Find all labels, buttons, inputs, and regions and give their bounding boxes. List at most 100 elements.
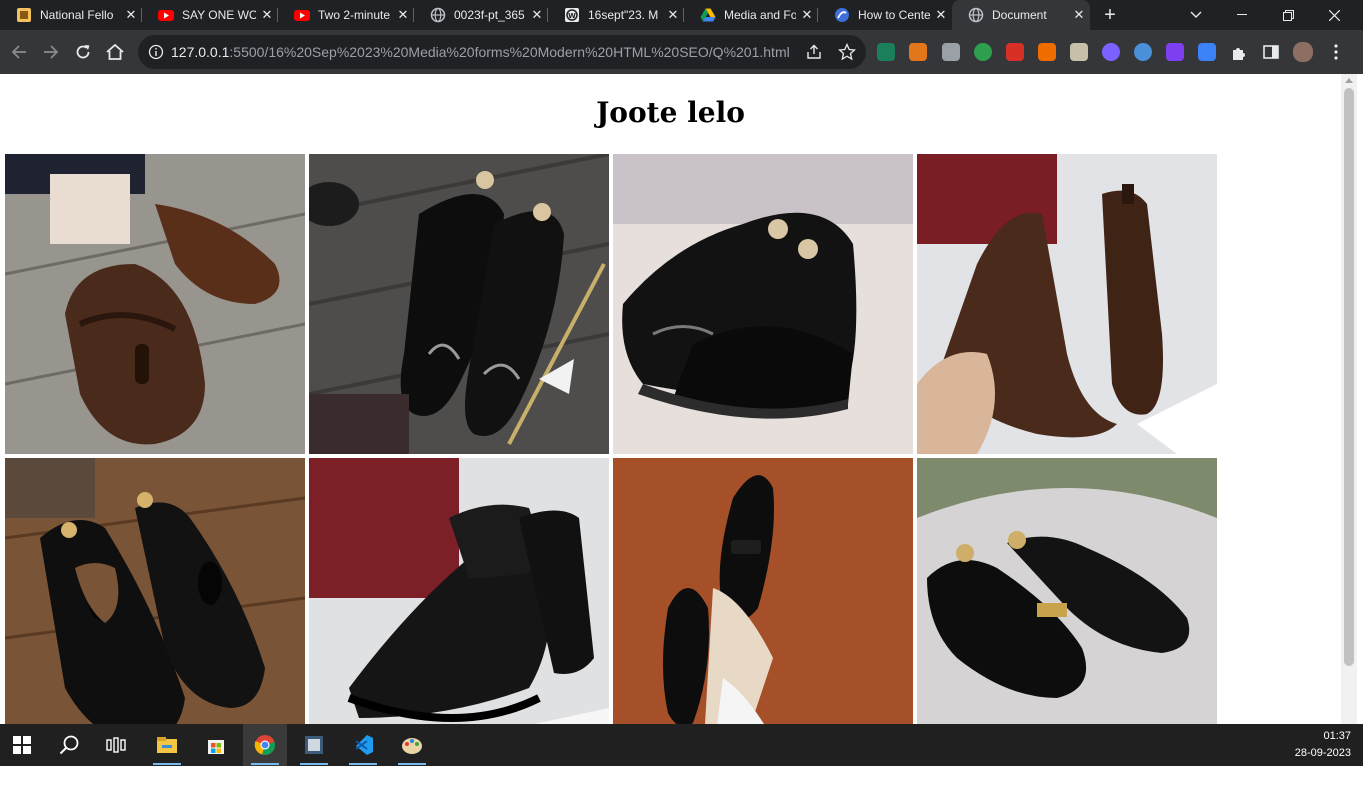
black-glitter-shoe-photo (613, 154, 913, 454)
google-drive-favicon-icon (700, 7, 716, 23)
black-chelsea-boot-photo (309, 458, 609, 724)
tab-media-and-forms[interactable]: Media and Fo ✕ (684, 0, 818, 30)
system-clock[interactable]: 01:37 28-09-2023 (1295, 728, 1351, 762)
url-text: 127.0.0.1:5500/16%20Sep%2023%20Media%20f… (171, 44, 790, 60)
shoe-image-1 (5, 154, 305, 454)
share-icon[interactable] (805, 43, 823, 61)
black-oxford-photo (309, 154, 609, 454)
tab-document-active[interactable]: Document ✕ (952, 0, 1090, 30)
extension-icon[interactable] (1198, 43, 1216, 61)
close-window-icon[interactable] (1311, 0, 1357, 30)
app-icon[interactable] (292, 724, 336, 766)
svg-text:W: W (568, 12, 576, 20)
extension-icon[interactable] (1006, 43, 1024, 61)
extension-icon[interactable] (974, 43, 992, 61)
youtube-favicon-icon (294, 7, 310, 23)
new-tab-plus-icon[interactable]: + (1098, 3, 1122, 27)
chrome-icon[interactable] (243, 724, 287, 766)
tab-close-icon[interactable]: ✕ (1068, 7, 1090, 23)
forward-arrow-icon[interactable] (37, 38, 65, 66)
globe-favicon-icon (430, 7, 446, 23)
globe-favicon-icon (968, 7, 984, 23)
browser-toolbar: 127.0.0.1:5500/16%20Sep%2023%20Media%20f… (0, 30, 1363, 74)
shoe-image-4 (917, 154, 1217, 454)
tab-title: 0023f-pt_365 (454, 8, 525, 22)
metamask-extension-icon[interactable] (909, 43, 927, 61)
bookmark-favicon-icon (16, 7, 32, 23)
extension-icon[interactable] (1102, 43, 1120, 61)
tab-close-icon[interactable]: ✕ (256, 7, 278, 23)
extension-icon[interactable] (877, 43, 895, 61)
youtube-favicon-icon (158, 7, 174, 23)
back-arrow-icon[interactable] (5, 38, 33, 66)
side-panel-icon[interactable] (1262, 43, 1280, 61)
tab-title: Two 2-minute (318, 8, 391, 22)
shoe-image-5 (5, 458, 305, 724)
tab-search-chevron-icon[interactable] (1173, 0, 1219, 30)
bookmark-star-icon[interactable] (837, 42, 857, 61)
shoe-image-2 (309, 154, 609, 454)
tab-national-fellowship[interactable]: National Fello ✕ (0, 0, 142, 30)
file-explorer-icon[interactable] (145, 724, 189, 766)
page-heading: Joote lelo (596, 96, 745, 129)
site-info-icon[interactable] (148, 44, 164, 60)
tab-title: National Fello (40, 8, 114, 22)
tab-close-icon[interactable]: ✕ (662, 7, 684, 23)
tab-close-icon[interactable]: ✕ (120, 7, 142, 23)
clock-time: 01:37 (1323, 730, 1351, 742)
page-scrollbar[interactable] (1341, 74, 1357, 724)
minimize-icon[interactable] (1219, 0, 1265, 30)
url-host: 127.0.0.1 (171, 44, 230, 60)
tab-close-icon[interactable]: ✕ (392, 7, 414, 23)
paint-icon[interactable] (390, 724, 434, 766)
extension-icon[interactable] (1166, 43, 1184, 61)
vs-code-icon[interactable] (341, 724, 385, 766)
clock-date: 28-09-2023 (1294, 747, 1351, 759)
search-icon[interactable] (47, 724, 91, 766)
home-icon[interactable] (101, 38, 129, 66)
scroll-up-arrow-icon[interactable] (1345, 78, 1353, 83)
profile-avatar[interactable] (1293, 42, 1313, 62)
extension-icon[interactable] (1038, 43, 1056, 61)
shoe-image-6 (309, 458, 609, 724)
black-horsebit-loafer-photo (917, 458, 1217, 724)
reload-icon[interactable] (69, 38, 97, 66)
brown-tassel-loafer-photo (5, 154, 305, 454)
address-bar[interactable]: 127.0.0.1:5500/16%20Sep%2023%20Media%20f… (138, 35, 866, 69)
page-viewport: Joote lelo (0, 74, 1341, 724)
tab-0023f[interactable]: 0023f-pt_365 ✕ (414, 0, 548, 30)
tab-close-icon[interactable]: ✕ (796, 7, 818, 23)
browser-tab-strip: National Fello ✕ SAY ONE WO ✕ Two 2-minu… (0, 0, 1363, 30)
black-patent-tassel-loafer-photo (5, 458, 305, 724)
tab-close-icon[interactable]: ✕ (930, 7, 952, 23)
tab-16sept[interactable]: W 16sept"23. M ✕ (548, 0, 684, 30)
tab-title: Document (992, 8, 1047, 22)
tab-title: Media and Fo (724, 8, 796, 22)
tab-say-one-word[interactable]: SAY ONE WO ✕ (142, 0, 278, 30)
brown-chelsea-boot-photo (917, 154, 1217, 454)
task-view-icon[interactable] (94, 724, 138, 766)
restore-icon[interactable] (1265, 0, 1311, 30)
tab-title: SAY ONE WO (182, 8, 256, 22)
wordpress-favicon-icon: W (564, 7, 580, 23)
shoe-image-7 (613, 458, 913, 724)
extension-icon[interactable] (1070, 43, 1088, 61)
extension-icon[interactable] (942, 43, 960, 61)
windows-start-icon[interactable] (0, 724, 44, 766)
tab-two-minute[interactable]: Two 2-minute ✕ (278, 0, 414, 30)
tab-close-icon[interactable]: ✕ (526, 7, 548, 23)
screen-bottom-strip (0, 766, 1363, 788)
menu-kebab-icon[interactable] (1327, 43, 1345, 61)
puzzle-extensions-icon[interactable] (1230, 43, 1248, 61)
black-suede-slipper-photo (613, 458, 913, 724)
shoe-image-3 (613, 154, 913, 454)
url-path: :5500/16%20Sep%2023%20Media%20forms%20Mo… (229, 44, 790, 60)
extension-icon[interactable] (1134, 43, 1152, 61)
windows-taskbar: 01:37 28-09-2023 (0, 724, 1363, 766)
tab-title: 16sept"23. M (588, 8, 659, 22)
tab-how-to-center[interactable]: How to Cente ✕ (818, 0, 952, 30)
edge-favicon-icon (834, 7, 850, 23)
microsoft-store-icon[interactable] (194, 724, 238, 766)
scrollbar-thumb[interactable] (1344, 88, 1354, 666)
shoe-image-8 (917, 458, 1217, 724)
